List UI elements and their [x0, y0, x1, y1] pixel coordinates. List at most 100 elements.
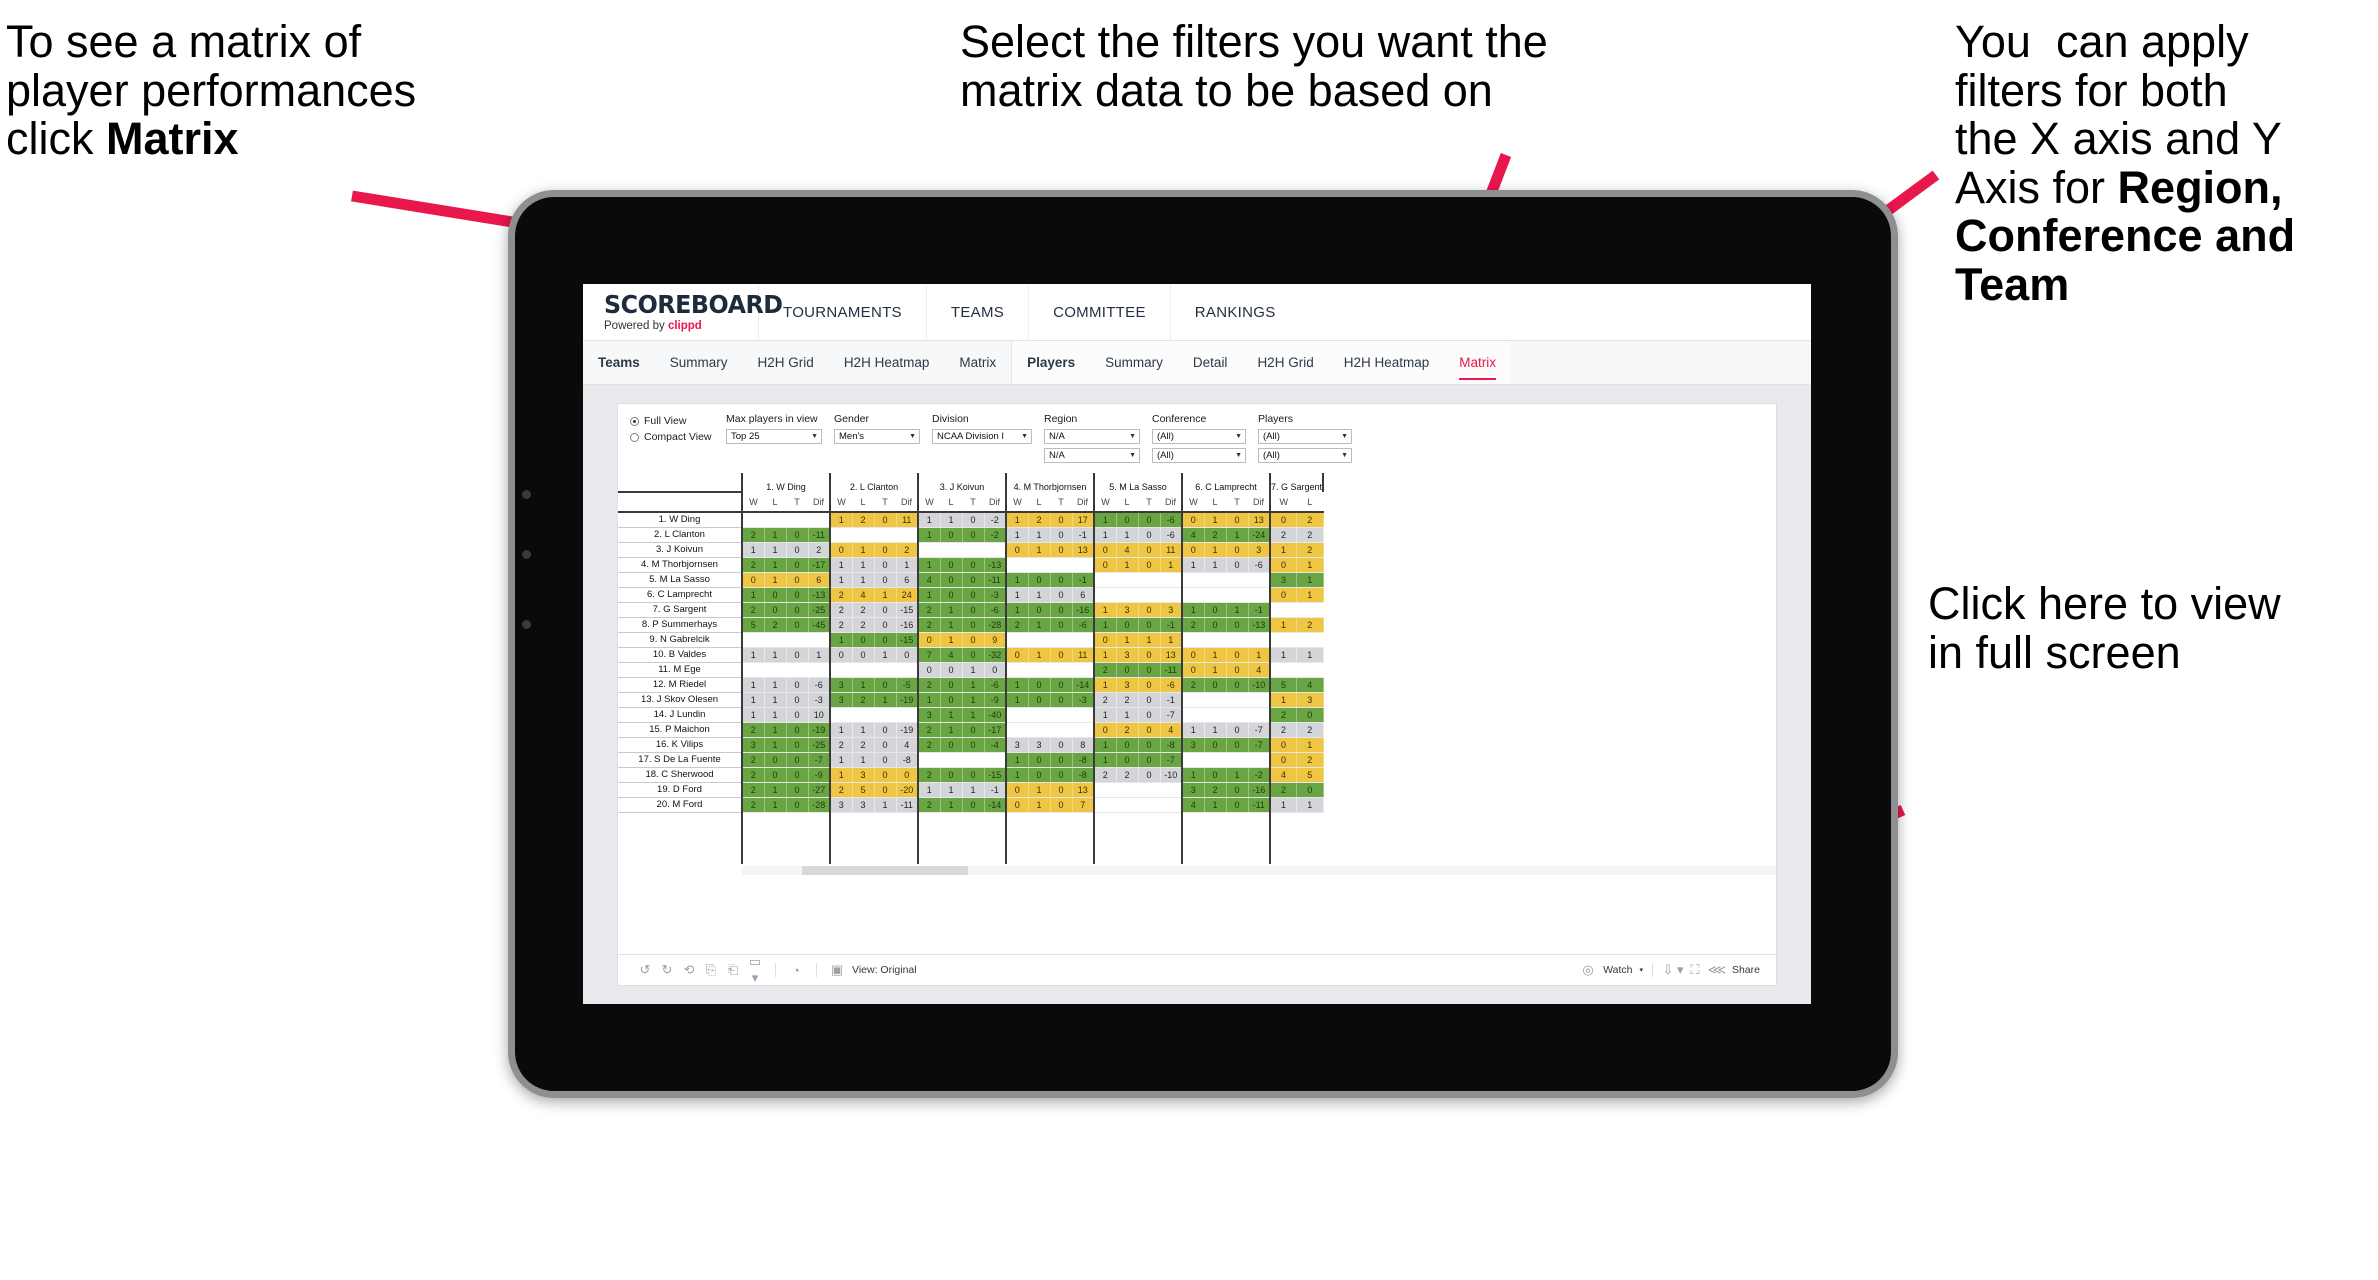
matrix-cell[interactable] — [1138, 782, 1160, 798]
matrix-cell[interactable]: 0 — [962, 647, 985, 663]
matrix-cell[interactable]: 1 — [1005, 587, 1029, 603]
matrix-cell[interactable]: 1 — [917, 512, 941, 528]
matrix-cell[interactable]: -15 — [896, 602, 919, 618]
matrix-cell[interactable]: -28 — [808, 797, 831, 813]
matrix-cell[interactable] — [829, 707, 852, 723]
matrix-cell[interactable]: 2 — [852, 692, 875, 708]
matrix-cell[interactable]: 1 — [829, 512, 853, 528]
matrix-cell[interactable]: 0 — [1050, 647, 1073, 663]
scrollbar-thumb[interactable] — [802, 866, 968, 875]
matrix-row-label[interactable]: 12. M Riedel — [618, 677, 743, 693]
matrix-cell[interactable] — [1204, 752, 1226, 768]
matrix-cell[interactable]: 0 — [786, 557, 809, 573]
matrix-cell[interactable]: -14 — [1072, 677, 1095, 693]
matrix-cell[interactable]: 0 — [962, 737, 985, 753]
matrix-cell[interactable]: 1 — [1204, 542, 1227, 558]
matrix-cell[interactable]: 3 — [917, 707, 941, 723]
nav-committee[interactable]: COMMITTEE — [1028, 284, 1170, 340]
matrix-cell[interactable]: 0 — [764, 587, 787, 603]
matrix-cell[interactable]: 3 — [1181, 782, 1205, 798]
highlight-icon[interactable]: ◔ — [785, 963, 807, 978]
matrix-cell[interactable]: 1 — [940, 512, 963, 528]
matrix-cell[interactable]: 0 — [1050, 782, 1073, 798]
matrix-cell[interactable] — [1181, 572, 1204, 588]
matrix-cell[interactable]: 1 — [829, 632, 853, 648]
tab-players-detail[interactable]: Detail — [1178, 341, 1243, 384]
matrix-cell[interactable]: 2 — [1204, 527, 1227, 543]
matrix-cell[interactable] — [1204, 692, 1226, 708]
matrix-cell[interactable]: 11 — [1160, 542, 1183, 558]
matrix-cell[interactable]: 0 — [962, 557, 985, 573]
matrix-cell[interactable]: 0 — [1050, 677, 1073, 693]
matrix-cell[interactable]: 2 — [1093, 662, 1117, 678]
matrix-cell[interactable]: 0 — [917, 632, 941, 648]
matrix-cell[interactable] — [1005, 632, 1028, 648]
matrix-cell[interactable]: 0 — [786, 617, 809, 633]
matrix-cell[interactable]: 0 — [874, 752, 897, 768]
matrix-row-label[interactable]: 9. N Gabrelcik — [618, 632, 743, 648]
matrix-cell[interactable]: 1 — [741, 707, 765, 723]
matrix-cell[interactable]: 1 — [1005, 692, 1029, 708]
matrix-cell[interactable]: -1 — [1072, 572, 1095, 588]
matrix-cell[interactable]: 13 — [1160, 647, 1183, 663]
matrix-cell[interactable]: 5 — [852, 782, 875, 798]
matrix-cell[interactable] — [1072, 707, 1094, 723]
matrix-cell[interactable]: 1 — [1116, 527, 1139, 543]
matrix-cell[interactable]: 3 — [1116, 602, 1139, 618]
matrix-cell[interactable] — [1005, 722, 1028, 738]
matrix-cell[interactable]: 0 — [940, 587, 963, 603]
matrix-cell[interactable]: 0 — [1138, 737, 1161, 753]
matrix-cell[interactable]: -8 — [1072, 752, 1095, 768]
matrix-cell[interactable]: 1 — [1093, 737, 1117, 753]
matrix-cell[interactable]: 2 — [829, 587, 853, 603]
matrix-cell[interactable]: 1 — [741, 677, 765, 693]
matrix-cell[interactable]: 1 — [764, 542, 787, 558]
matrix-cell[interactable]: 0 — [874, 602, 897, 618]
matrix-row-label[interactable]: 4. M Thorbjornsen — [618, 557, 743, 573]
matrix-cell[interactable]: 0 — [786, 797, 809, 813]
matrix-cell[interactable]: 0 — [1050, 512, 1073, 528]
matrix-cell[interactable]: 6 — [1072, 587, 1095, 603]
matrix-cell[interactable]: 1 — [940, 602, 963, 618]
matrix-row-label[interactable]: 5. M La Sasso — [618, 572, 743, 588]
matrix-cell[interactable] — [1072, 662, 1094, 678]
matrix-cell[interactable]: 1 — [1028, 617, 1051, 633]
matrix-row-label[interactable]: 14. J Lundin — [618, 707, 743, 723]
matrix-cell[interactable]: -11 — [1248, 797, 1271, 813]
matrix-cell[interactable]: -7 — [1248, 737, 1271, 753]
matrix-row-label[interactable]: 18. C Sherwood — [618, 767, 743, 783]
matrix-cell[interactable]: 11 — [1072, 647, 1095, 663]
matrix-cell[interactable] — [1093, 572, 1116, 588]
matrix-cell[interactable] — [1005, 707, 1028, 723]
matrix-cell[interactable]: 0 — [1181, 512, 1205, 528]
matrix-cell[interactable]: -45 — [808, 617, 831, 633]
matrix-cell[interactable] — [1050, 662, 1072, 678]
matrix-cell[interactable] — [1248, 632, 1270, 648]
share-button[interactable]: ⋘ Share — [1706, 962, 1760, 978]
matrix-cell[interactable]: 0 — [874, 572, 897, 588]
matrix-cell[interactable] — [874, 527, 896, 543]
matrix-cell[interactable]: 0 — [874, 767, 897, 783]
matrix-cell[interactable] — [764, 632, 786, 648]
matrix-cell[interactable]: 0 — [852, 632, 875, 648]
matrix-cell[interactable]: 2 — [917, 722, 941, 738]
matrix-cell[interactable]: 1 — [1093, 752, 1117, 768]
matrix-cell[interactable]: 3 — [1181, 737, 1205, 753]
nav-rankings[interactable]: RANKINGS — [1169, 284, 1300, 340]
matrix-cell[interactable]: 1 — [1226, 527, 1249, 543]
matrix-cell[interactable]: 4 — [1269, 767, 1298, 783]
matrix-cell[interactable]: 0 — [1204, 677, 1227, 693]
matrix-row-label[interactable]: 20. M Ford — [618, 797, 743, 813]
matrix-cell[interactable]: 1 — [1269, 617, 1298, 633]
matrix-cell[interactable]: 1 — [896, 557, 919, 573]
matrix-cell[interactable]: 1 — [962, 782, 985, 798]
matrix-cell[interactable] — [1072, 557, 1094, 573]
matrix-cell[interactable]: 13 — [1248, 512, 1271, 528]
matrix-cell[interactable] — [1116, 572, 1138, 588]
matrix-cell[interactable]: 0 — [786, 782, 809, 798]
matrix-cell[interactable]: 0 — [1226, 782, 1249, 798]
matrix-cell[interactable]: 1 — [1093, 602, 1117, 618]
matrix-cell[interactable]: 1 — [962, 662, 985, 678]
matrix-cell[interactable]: 0 — [741, 572, 765, 588]
matrix-cell[interactable]: 0 — [786, 677, 809, 693]
